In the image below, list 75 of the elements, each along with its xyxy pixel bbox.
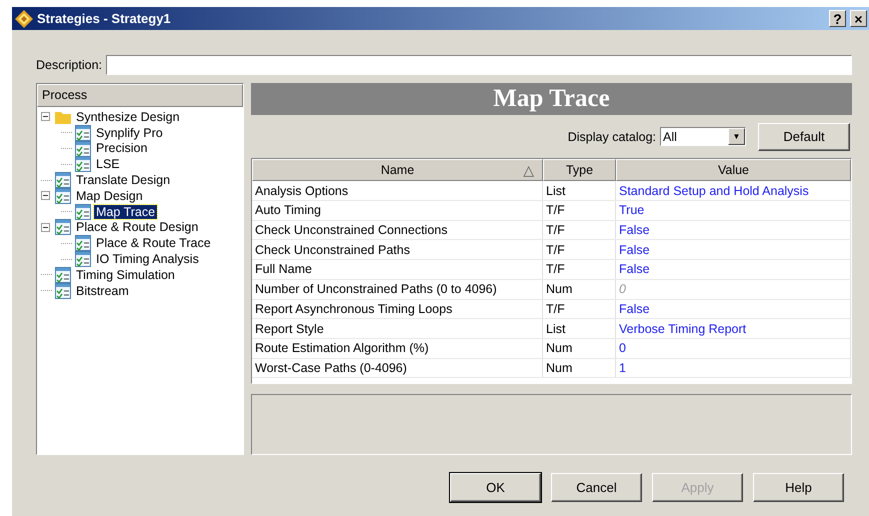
table-cell[interactable]: True [616, 201, 851, 220]
checklist-icon [75, 140, 91, 156]
table-cell: Analysis Options [252, 181, 543, 200]
panel-title: Map Trace [251, 83, 852, 115]
description-field[interactable] [106, 54, 852, 74]
collapse-toggle[interactable] [41, 222, 50, 232]
collapse-toggle[interactable] [41, 112, 50, 122]
table-cell: T/F [543, 300, 616, 318]
process-header: Process [37, 84, 243, 107]
dialog-button[interactable]: Help [753, 473, 844, 502]
checklist-icon [55, 219, 71, 236]
table-cell[interactable]: 0 [616, 338, 851, 358]
tree-item[interactable]: IO Timing Analysis [94, 252, 201, 266]
sort-icon: △ [523, 162, 534, 179]
table-cell: Check Unconstrained Paths [252, 240, 543, 260]
tree-item[interactable]: Timing Simulation [74, 268, 177, 282]
column-header[interactable]: Type [543, 159, 616, 182]
tree-item[interactable]: Map Trace [94, 204, 158, 219]
tree-item[interactable]: Bitstream [74, 284, 131, 298]
checklist-icon [75, 235, 91, 252]
tree-item[interactable]: Synplify Pro [94, 126, 165, 140]
catalog-label: Display catalog: [568, 130, 656, 144]
tree-item[interactable]: LSE [94, 157, 122, 172]
table-cell: Worst-Case Paths (0-4096) [252, 358, 543, 378]
checklist-icon [75, 156, 91, 172]
table-cell: T/F [543, 201, 616, 220]
table-cell: Num [543, 338, 616, 358]
table-cell: Auto Timing [252, 201, 543, 220]
folder-icon [55, 110, 71, 124]
table-cell[interactable]: Standard Setup and Hold Analysis [616, 181, 851, 200]
table-cell[interactable]: 1 [616, 358, 851, 378]
checklist-icon [75, 204, 91, 220]
checklist-icon [55, 282, 71, 299]
table-cell: Check Unconstrained Connections [252, 220, 543, 240]
dialog-button[interactable]: Cancel [551, 473, 642, 502]
table-cell: Report Asynchronous Timing Loops [252, 300, 543, 318]
table-cell: Route Estimation Algorithm (%) [252, 338, 543, 358]
table-cell: T/F [543, 260, 616, 279]
table-cell: Full Name [252, 260, 543, 279]
caret-icon: ▼ [728, 128, 745, 146]
tree-item[interactable]: Translate Design [74, 173, 172, 188]
checklist-icon [75, 251, 91, 268]
table-cell: T/F [543, 220, 616, 240]
checklist-icon [55, 266, 71, 283]
default-button[interactable]: Default [758, 122, 850, 151]
table-cell[interactable]: False [616, 300, 851, 318]
tree-item[interactable]: Place & Route Trace [94, 236, 213, 250]
table-cell[interactable]: False [616, 260, 851, 279]
table-cell: List [543, 319, 616, 338]
checklist-icon [55, 172, 71, 188]
tree-item[interactable]: Map Design [74, 188, 145, 203]
catalog-dropdown[interactable]: All ▼ [660, 127, 746, 146]
column-header[interactable]: Value [616, 159, 851, 182]
collapse-toggle[interactable] [41, 191, 50, 200]
table-cell[interactable]: Verbose Timing Report [616, 319, 851, 338]
checklist-icon [75, 124, 91, 141]
tree-item[interactable]: Synthesize Design [74, 110, 182, 124]
column-header[interactable]: Name △ [252, 159, 543, 182]
help-button[interactable]: ? [829, 10, 846, 27]
description-label: Description: [36, 58, 102, 72]
table-cell: List [543, 181, 616, 200]
table-cell[interactable]: False [616, 240, 851, 260]
table-cell: Num [543, 358, 616, 378]
tree-item[interactable]: Precision [94, 141, 150, 156]
checklist-icon [55, 188, 71, 204]
table-cell: T/F [543, 240, 616, 260]
table-cell: Report Style [252, 319, 543, 338]
table-cell: Number of Unconstrained Paths (0 to 4096) [252, 280, 543, 298]
window-title: Strategies - Strategy1 [37, 11, 171, 26]
table-cell[interactable]: False [616, 220, 851, 240]
dialog-button[interactable]: OK [450, 473, 541, 502]
diamond-logo-icon [15, 10, 33, 28]
tree-item[interactable]: Place & Route Design [74, 220, 200, 234]
table-cell: Num [543, 280, 616, 298]
close-button[interactable]: × [850, 10, 867, 27]
